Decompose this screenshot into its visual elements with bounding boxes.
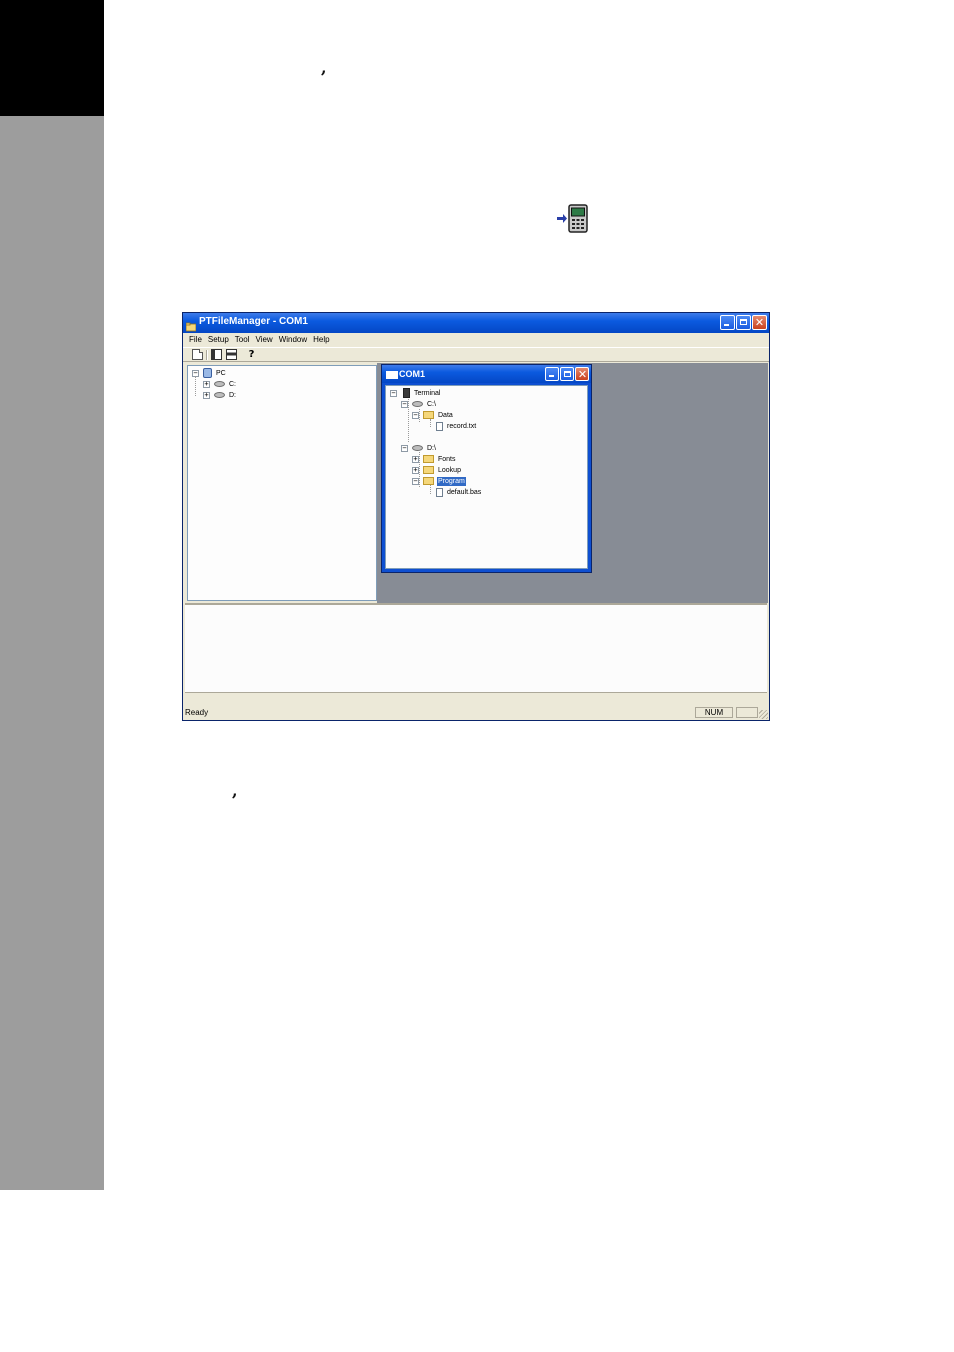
tree-label: record.txt xyxy=(447,422,477,430)
status-num-indicator: NUM xyxy=(695,707,733,718)
app-window: PTFileManager - COM1 ✕ File Setup Tool V… xyxy=(182,312,770,721)
tree-line xyxy=(195,376,196,396)
output-pane[interactable] xyxy=(185,603,767,693)
tree-label: Lookup xyxy=(438,466,461,474)
folder-icon xyxy=(423,466,434,474)
tree-label: Fonts xyxy=(438,455,456,463)
menu-bar: File Setup Tool View Window Help xyxy=(183,333,769,347)
split-view-icon[interactable] xyxy=(211,349,222,360)
window-icon xyxy=(386,371,398,379)
tree-label: Terminal xyxy=(414,389,441,397)
collapse-icon[interactable]: − xyxy=(412,477,419,485)
menu-setup[interactable]: Setup xyxy=(206,333,233,347)
tree-node-default-file[interactable]: default.bas xyxy=(434,487,482,497)
menu-tool[interactable]: Tool xyxy=(233,333,254,347)
tree-node-c-drive[interactable]: − C:\ xyxy=(401,399,437,409)
collapse-icon[interactable]: − xyxy=(401,400,408,408)
menu-file[interactable]: File xyxy=(187,333,206,347)
app-titlebar[interactable]: PTFileManager - COM1 ✕ xyxy=(183,313,769,333)
terminal-connect-icon xyxy=(557,204,588,233)
minimize-icon xyxy=(549,375,554,377)
new-document-icon[interactable] xyxy=(192,349,203,360)
tree-label: PC xyxy=(216,369,226,377)
pc-tree-pane: − PC + C: + D: xyxy=(187,365,377,601)
drive-icon xyxy=(214,381,225,387)
side-tab-gray xyxy=(0,116,104,1190)
expand-icon[interactable]: + xyxy=(203,380,210,388)
folder-icon xyxy=(423,455,434,463)
maximize-icon xyxy=(564,371,571,377)
output-view-icon[interactable] xyxy=(226,349,237,360)
expand-icon[interactable]: + xyxy=(412,466,419,474)
collapse-icon[interactable]: − xyxy=(401,444,408,452)
help-icon[interactable]: ? xyxy=(246,349,257,360)
close-icon: ✕ xyxy=(754,316,765,329)
status-empty-cell xyxy=(736,707,758,718)
menu-help[interactable]: Help xyxy=(311,333,333,347)
file-icon xyxy=(436,487,443,497)
maximize-icon xyxy=(740,319,747,325)
child-maximize-button[interactable] xyxy=(560,367,574,381)
com1-titlebar[interactable]: COM1 ✕ xyxy=(382,365,591,383)
tree-line xyxy=(430,419,431,427)
terminal-tree-pane: − Terminal − C:\ − Data record.txt − D:\… xyxy=(385,385,588,569)
maximize-button[interactable] xyxy=(736,315,751,330)
text-fragment-top: , xyxy=(321,58,327,77)
menu-window[interactable]: Window xyxy=(277,333,311,347)
close-button[interactable]: ✕ xyxy=(752,315,767,330)
tree-label: D:\ xyxy=(427,444,436,452)
folder-open-icon xyxy=(423,477,434,485)
minimize-button[interactable] xyxy=(720,315,735,330)
tree-label: C:\ xyxy=(427,400,436,408)
file-icon xyxy=(436,421,443,431)
expand-icon[interactable]: + xyxy=(203,391,210,399)
app-folder-icon xyxy=(185,317,197,332)
drive-icon xyxy=(412,445,423,451)
tree-node-lookup-folder[interactable]: + Lookup xyxy=(412,465,462,475)
child-close-button[interactable]: ✕ xyxy=(575,367,589,381)
resize-grip-icon[interactable] xyxy=(759,710,768,719)
tree-node-record-file[interactable]: record.txt xyxy=(434,421,477,431)
menu-view[interactable]: View xyxy=(253,333,276,347)
child-minimize-button[interactable] xyxy=(545,367,559,381)
tree-node-program-folder[interactable]: − Program xyxy=(412,476,466,486)
status-bar: Ready NUM xyxy=(183,706,769,720)
drive-icon xyxy=(412,401,423,407)
com1-title: COM1 xyxy=(399,369,426,379)
terminal-icon xyxy=(403,388,410,398)
collapse-icon[interactable]: − xyxy=(390,389,397,397)
text-fragment-bottom: , xyxy=(232,781,238,800)
collapse-icon[interactable]: − xyxy=(412,411,419,419)
minimize-icon xyxy=(724,324,729,326)
status-text: Ready xyxy=(185,708,209,717)
tree-node-terminal[interactable]: − Terminal xyxy=(390,388,441,398)
tree-label-selected: Program xyxy=(437,476,466,486)
computer-icon xyxy=(203,368,212,378)
tree-node-drive-c[interactable]: + C: xyxy=(203,379,237,389)
tree-node-drive-d[interactable]: + D: xyxy=(203,390,237,400)
toolbar-separator xyxy=(206,350,208,360)
folder-icon xyxy=(423,411,434,419)
tree-node-pc[interactable]: − PC xyxy=(192,368,227,378)
tree-node-fonts-folder[interactable]: + Fonts xyxy=(412,454,457,464)
drive-icon xyxy=(214,392,225,398)
tree-node-d-drive[interactable]: − D:\ xyxy=(401,443,437,453)
close-icon: ✕ xyxy=(577,368,588,381)
tree-label: C: xyxy=(229,380,236,388)
toolbar: ? xyxy=(183,347,769,362)
app-title: PTFileManager - COM1 xyxy=(199,316,308,327)
tree-label: D: xyxy=(229,391,236,399)
side-tab-black xyxy=(0,0,104,116)
tree-label: Data xyxy=(438,411,453,419)
expand-icon[interactable]: + xyxy=(412,455,419,463)
com1-window: COM1 ✕ − Terminal − C:\ − Data record.tx… xyxy=(381,364,592,573)
tree-label: default.bas xyxy=(447,488,482,496)
tree-node-data-folder[interactable]: − Data xyxy=(412,410,454,420)
